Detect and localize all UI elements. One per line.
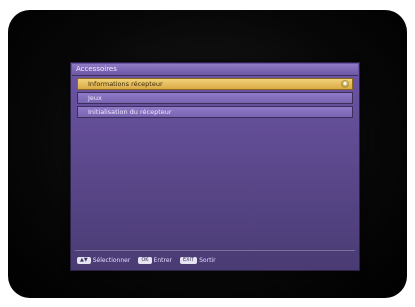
footer-exit: EXIT Sortir: [180, 256, 216, 264]
window-title: Accessoires: [72, 64, 358, 76]
menu-item-jeux[interactable]: Jeux: [77, 92, 353, 104]
exit-key-icon: EXIT: [180, 256, 198, 264]
menu-item-informations-recepteur[interactable]: Informations récepteur ◉: [77, 78, 353, 90]
osd-window: Accessoires Informations récepteur ◉ Jeu…: [70, 62, 360, 271]
menu-item-initialisation-recepteur[interactable]: Initialisation du récepteur: [77, 106, 353, 118]
menu-item-label: Informations récepteur: [88, 80, 163, 88]
footer-select: ▲▼ Sélectionner: [77, 256, 131, 264]
menu-item-label: Jeux: [88, 94, 102, 102]
footer-help: ▲▼ Sélectionner OK Entrer EXIT Sortir: [77, 255, 353, 265]
footer-divider: [75, 250, 355, 251]
menu-item-label: Initialisation du récepteur: [88, 108, 172, 116]
ok-key-icon: OK: [138, 256, 152, 264]
footer-select-label: Sélectionner: [92, 256, 131, 264]
footer-enter-label: Entrer: [153, 256, 172, 264]
arrow-keys-icon: ▲▼: [77, 256, 91, 264]
footer-enter: OK Entrer: [138, 256, 172, 264]
selection-indicator-icon: ◉: [341, 80, 349, 88]
menu-list: Informations récepteur ◉ Jeux Initialisa…: [77, 78, 353, 120]
footer-exit-label: Sortir: [199, 256, 216, 264]
